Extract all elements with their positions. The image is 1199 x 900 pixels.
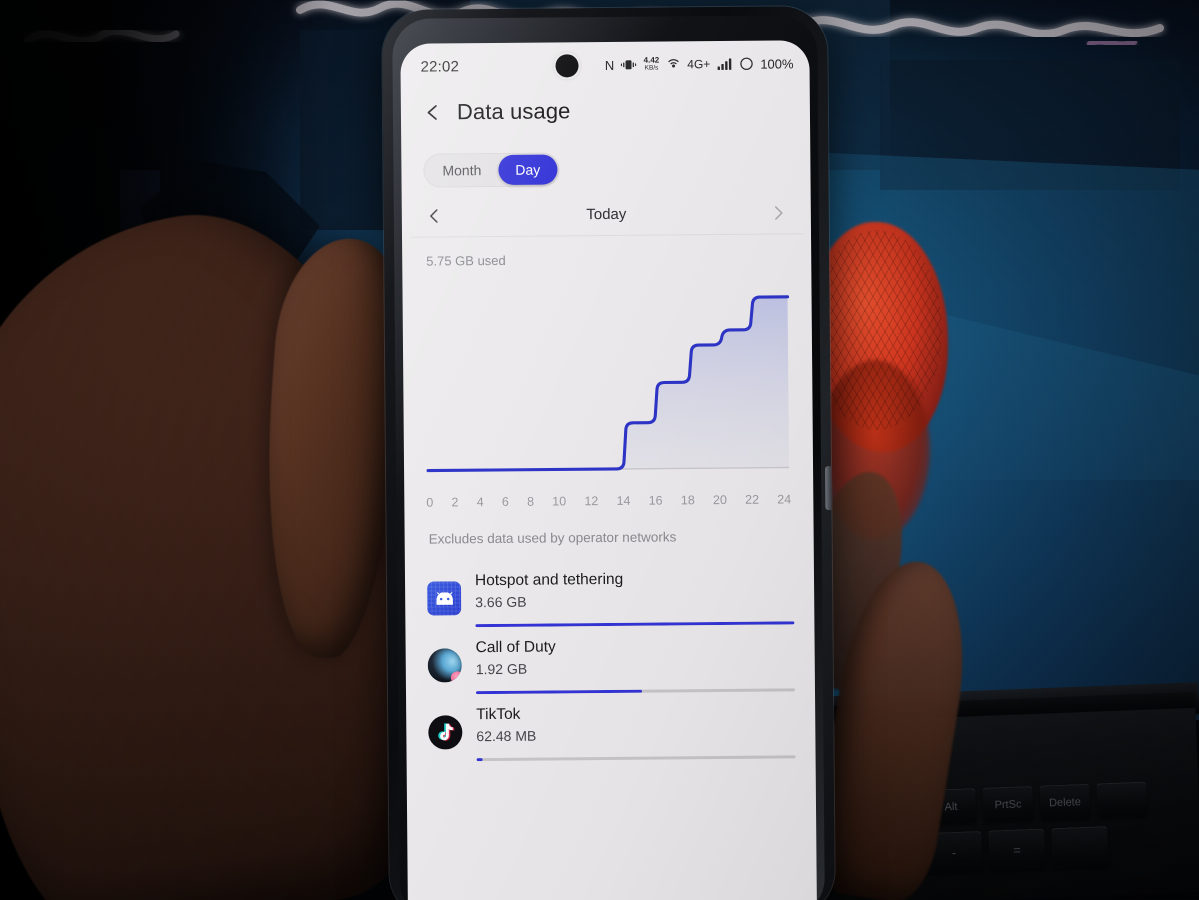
selected-day-label: Today [586, 205, 627, 224]
app-name: TikTok [476, 705, 521, 724]
x-axis-tick: 4 [476, 495, 484, 510]
app-name: Hotspot and tethering [474, 570, 624, 590]
x-axis-tick: 8 [527, 494, 535, 509]
x-axis-tick: 6 [501, 494, 509, 509]
android-hotspot-icon [427, 581, 462, 616]
app-usage-bar-fill [476, 758, 483, 762]
hotspot-icon [666, 58, 680, 71]
x-axis-tick: 20 [712, 492, 727, 508]
x-axis-tick: 24 [777, 492, 792, 507]
phone-device: 22:02 N 4.42 KB/s 4G+ 100% Data usage Mo… [382, 6, 835, 900]
chart-plot-area [402, 271, 813, 493]
chevron-right-icon[interactable] [770, 204, 787, 221]
footnote-text: Excludes data used by operator networks [428, 529, 677, 547]
usage-step-chart [426, 295, 790, 473]
app-icon [427, 648, 462, 683]
x-axis-tick: 14 [616, 493, 631, 508]
x-axis-tick: 22 [745, 492, 760, 507]
status-icons: N 4.42 KB/s 4G+ 100% [605, 40, 794, 88]
app-info: TikTok 62.48 MB [476, 701, 796, 762]
app-usage-list: Hotspot and tethering 3.66 GB Call of Duty… [405, 547, 816, 762]
x-axis-tick: 12 [584, 494, 599, 509]
app-name: Call of Duty [475, 638, 556, 657]
data-usage-chart: 5.75 GB used 0 2 4 6 8 10 12 14 16 18 20 22 24 [402, 234, 813, 510]
app-usage-bar [476, 755, 796, 762]
total-used-label: 5.75 GB used [426, 252, 506, 269]
x-axis-tick: 2 [451, 495, 459, 510]
period-toggle-wrapper: Month Day [401, 136, 810, 194]
app-data-size: 3.66 GB [475, 593, 527, 611]
app-bar: Data usage [401, 86, 810, 140]
phone-screen: 22:02 N 4.42 KB/s 4G+ 100% Data usage Mo… [400, 40, 817, 900]
tiktok-icon [428, 715, 463, 750]
network-speed-value: 4.42 [643, 55, 660, 65]
x-axis-tick: 16 [648, 493, 663, 508]
network-type-label: 4G+ [687, 57, 711, 72]
app-info: Call of Duty 1.92 GB [475, 634, 796, 695]
vibrate-icon [621, 59, 637, 71]
signal-bars-icon [717, 58, 732, 71]
network-speed-unit: KB/s [644, 64, 659, 72]
x-axis-tick: 18 [680, 493, 695, 508]
chevron-left-icon[interactable] [426, 207, 443, 224]
x-axis-tick: 0 [426, 495, 434, 510]
front-camera-punch-hole [554, 54, 579, 78]
battery-circle-icon [739, 57, 753, 71]
status-bar: 22:02 N 4.42 KB/s 4G+ 100% [400, 40, 809, 90]
app-icon [427, 581, 462, 616]
app-usage-row[interactable]: TikTok 62.48 MB [406, 691, 816, 762]
period-segmented-control[interactable]: Month Day [423, 152, 560, 188]
day-navigator: Today [402, 190, 811, 237]
x-axis-tick: 10 [552, 494, 567, 509]
nfc-icon: N [604, 57, 614, 73]
app-usage-row[interactable]: Call of Duty 1.92 GB [405, 624, 815, 695]
app-data-size: 1.92 GB [475, 660, 528, 678]
app-usage-row[interactable]: Hotspot and tethering 3.66 GB [405, 557, 815, 628]
back-chevron-icon[interactable] [423, 102, 443, 122]
tab-month[interactable]: Month [425, 155, 498, 186]
page-title: Data usage [456, 98, 571, 125]
network-speed-indicator: 4.42 KB/s [643, 55, 660, 73]
app-info: Hotspot and tethering 3.66 GB [474, 567, 795, 628]
tab-day[interactable]: Day [498, 154, 558, 185]
battery-percent-label: 100% [760, 55, 794, 72]
chart-x-axis: 0 2 4 6 8 10 12 14 16 18 20 22 24 [404, 489, 813, 510]
status-clock: 22:02 [420, 57, 460, 76]
app-icon [428, 715, 463, 750]
app-data-size: 62.48 MB [476, 727, 537, 745]
call-of-duty-icon [427, 648, 462, 683]
